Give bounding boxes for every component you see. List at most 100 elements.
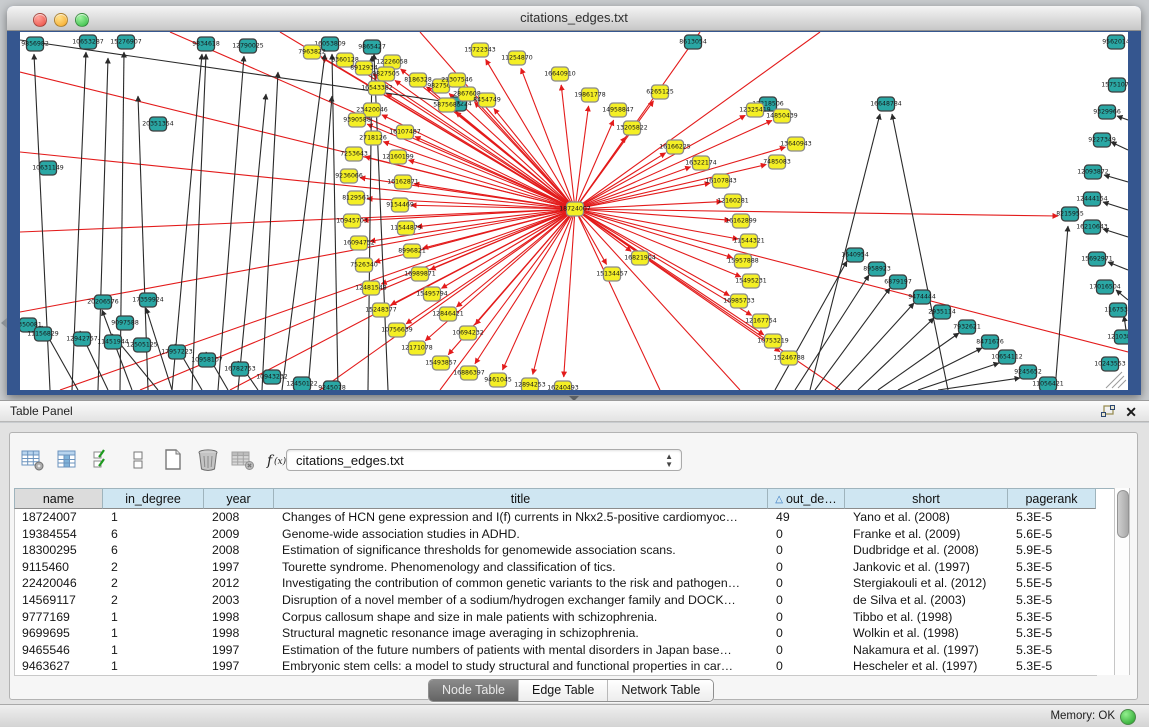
scrollbar-thumb[interactable] xyxy=(1117,490,1129,538)
graph-node[interactable]: 15751074 xyxy=(1101,78,1128,92)
graph-edge[interactable] xyxy=(575,209,729,296)
graph-node[interactable]: 9245078 xyxy=(318,381,346,390)
table-row[interactable]: 1456911722003Disruption of a novel membe… xyxy=(15,592,1097,609)
tab-edge-table[interactable]: Edge Table xyxy=(519,680,608,701)
table-cell[interactable]: 9463627 xyxy=(15,658,104,675)
table-cell[interactable]: 1998 xyxy=(205,625,275,642)
table-cell[interactable]: Hescheler et al. (1997) xyxy=(846,658,1009,675)
column-header-pagerank[interactable]: pagerank xyxy=(1008,488,1096,509)
graph-edge[interactable] xyxy=(1104,175,1128,182)
close-panel-icon[interactable]: ✕ xyxy=(1125,402,1137,422)
float-panel-icon[interactable] xyxy=(1101,405,1115,418)
graph-node[interactable]: 12093872 xyxy=(1077,165,1109,179)
graph-node[interactable]: 16640910 xyxy=(544,67,576,81)
graph-edge[interactable] xyxy=(575,209,740,390)
graph-node[interactable]: 11056421 xyxy=(1032,377,1064,390)
graph-node[interactable]: 9461045 xyxy=(484,373,512,387)
graph-node[interactable]: 16162871 xyxy=(387,175,419,189)
table-cell[interactable]: 0 xyxy=(769,559,846,576)
table-cell[interactable]: 0 xyxy=(769,625,846,642)
table-cell[interactable]: Dudbridge et al. (2008) xyxy=(846,542,1009,559)
graph-node[interactable]: 11544879 xyxy=(390,221,422,235)
import-table-icon[interactable] xyxy=(230,447,256,473)
graph-node[interactable]: 15134457 xyxy=(596,267,628,281)
graph-node[interactable]: 12160281 xyxy=(717,194,749,208)
table-cell[interactable]: 5.3E-5 xyxy=(1009,559,1097,576)
table-cell[interactable]: 1997 xyxy=(205,658,275,675)
graph-edge[interactable] xyxy=(1055,226,1068,390)
graph-node[interactable]: 16648784 xyxy=(870,97,902,111)
table-cell[interactable]: 1 xyxy=(104,609,205,626)
graph-node[interactable]: 14958847 xyxy=(602,103,634,117)
table-cell[interactable]: Corpus callosum shape and size in male p… xyxy=(275,609,769,626)
column-header-title[interactable]: title xyxy=(274,488,768,509)
select-columns-icon[interactable] xyxy=(90,447,116,473)
graph-edge[interactable] xyxy=(1117,116,1128,120)
memory-status-icon[interactable] xyxy=(1120,709,1136,725)
graph-edge[interactable] xyxy=(475,209,575,364)
zoom-window-icon[interactable] xyxy=(75,13,89,27)
graph-edge[interactable] xyxy=(308,96,332,390)
table-cell[interactable]: 9699695 xyxy=(15,625,104,642)
graph-node[interactable]: 9856982 xyxy=(21,37,49,51)
graph-node[interactable]: 9227349 xyxy=(1088,133,1116,147)
table-cell[interactable]: 5.3E-5 xyxy=(1009,509,1097,526)
table-cell[interactable]: 5.6E-5 xyxy=(1009,526,1097,543)
graph-node[interactable]: 12444154 xyxy=(1076,192,1108,206)
graph-node[interactable]: 16322174 xyxy=(685,156,717,170)
graph-node[interactable]: 16210643 xyxy=(1076,220,1108,234)
graph-node[interactable]: 12846421 xyxy=(432,307,464,321)
table-cell[interactable]: 5.3E-5 xyxy=(1009,609,1097,626)
graph-node[interactable]: 13640943 xyxy=(780,137,812,151)
graph-node[interactable]: 6879197 xyxy=(884,275,912,289)
table-cell[interactable]: 2008 xyxy=(205,509,275,526)
column-header-out-de-[interactable]: △out_de… xyxy=(768,488,845,509)
graph-node[interactable]: 9329966 xyxy=(1093,105,1121,119)
table-cell[interactable]: de Silva et al. (2003) xyxy=(846,592,1009,609)
table-cell[interactable]: 2 xyxy=(104,575,205,592)
graph-node[interactable]: 2718126 xyxy=(359,131,387,145)
table-cell[interactable]: 18300295 xyxy=(15,542,104,559)
table-row[interactable]: 911546021997Tourette syndrome. Phenomeno… xyxy=(15,559,1097,576)
tab-node-table[interactable]: Node Table xyxy=(429,680,519,701)
table-cell[interactable]: 2009 xyxy=(205,526,275,543)
table-cell[interactable]: 2 xyxy=(104,592,205,609)
table-cell[interactable]: 5.3E-5 xyxy=(1009,625,1097,642)
column-header-name[interactable]: name xyxy=(14,488,103,509)
graph-node[interactable]: 15493857 xyxy=(425,356,457,370)
column-header-year[interactable]: year xyxy=(204,488,274,509)
tab-network-table[interactable]: Network Table xyxy=(608,680,713,701)
table-cell[interactable]: Estimation of significance thresholds fo… xyxy=(275,542,769,559)
table-row[interactable]: 1830029562008Estimation of significance … xyxy=(15,542,1097,559)
graph-node[interactable]: 12790025 xyxy=(232,39,264,53)
graph-node[interactable]: 11544321 xyxy=(733,234,765,248)
new-document-icon[interactable] xyxy=(160,447,186,473)
table-cell[interactable]: 2 xyxy=(104,559,205,576)
graph-edge[interactable] xyxy=(1103,202,1128,210)
graph-node[interactable]: 16985733 xyxy=(723,294,755,308)
graph-node[interactable]: 8958923 xyxy=(863,262,891,276)
table-cell[interactable]: 0 xyxy=(769,575,846,592)
table-cell[interactable]: 6 xyxy=(104,542,205,559)
graph-node[interactable]: 9245652 xyxy=(1014,365,1042,379)
graph-node[interactable]: 15692971 xyxy=(1081,252,1113,266)
graph-edge[interactable] xyxy=(575,209,660,390)
table-cell[interactable]: Stergiakouli et al. (2012) xyxy=(846,575,1009,592)
table-cell[interactable]: 0 xyxy=(769,592,846,609)
table-cell[interactable]: 1 xyxy=(104,509,205,526)
table-cell[interactable]: Disruption of a novel member of a sodium… xyxy=(275,592,769,609)
table-cell[interactable]: Embryonic stem cells: a model to study s… xyxy=(275,658,769,675)
graph-node[interactable]: 16240493 xyxy=(547,381,579,390)
graph-node[interactable]: 8996821 xyxy=(398,244,426,258)
network-canvas[interactable]: 9856982106532871527690798346181279002516… xyxy=(20,32,1128,390)
table-cell[interactable]: Investigating the contribution of common… xyxy=(275,575,769,592)
graph-edge[interactable] xyxy=(575,121,772,209)
graph-edge[interactable] xyxy=(575,209,1058,216)
graph-node[interactable]: 10653287 xyxy=(72,35,104,49)
table-row[interactable]: 1938455462009Genome-wide association stu… xyxy=(15,526,1097,543)
table-cell[interactable]: 0 xyxy=(769,542,846,559)
graph-node[interactable]: 16821904 xyxy=(624,251,656,265)
table-cell[interactable]: 22420046 xyxy=(15,575,104,592)
table-cell[interactable]: Nakamura et al. (1997) xyxy=(846,642,1009,659)
graph-edge[interactable] xyxy=(575,115,745,209)
